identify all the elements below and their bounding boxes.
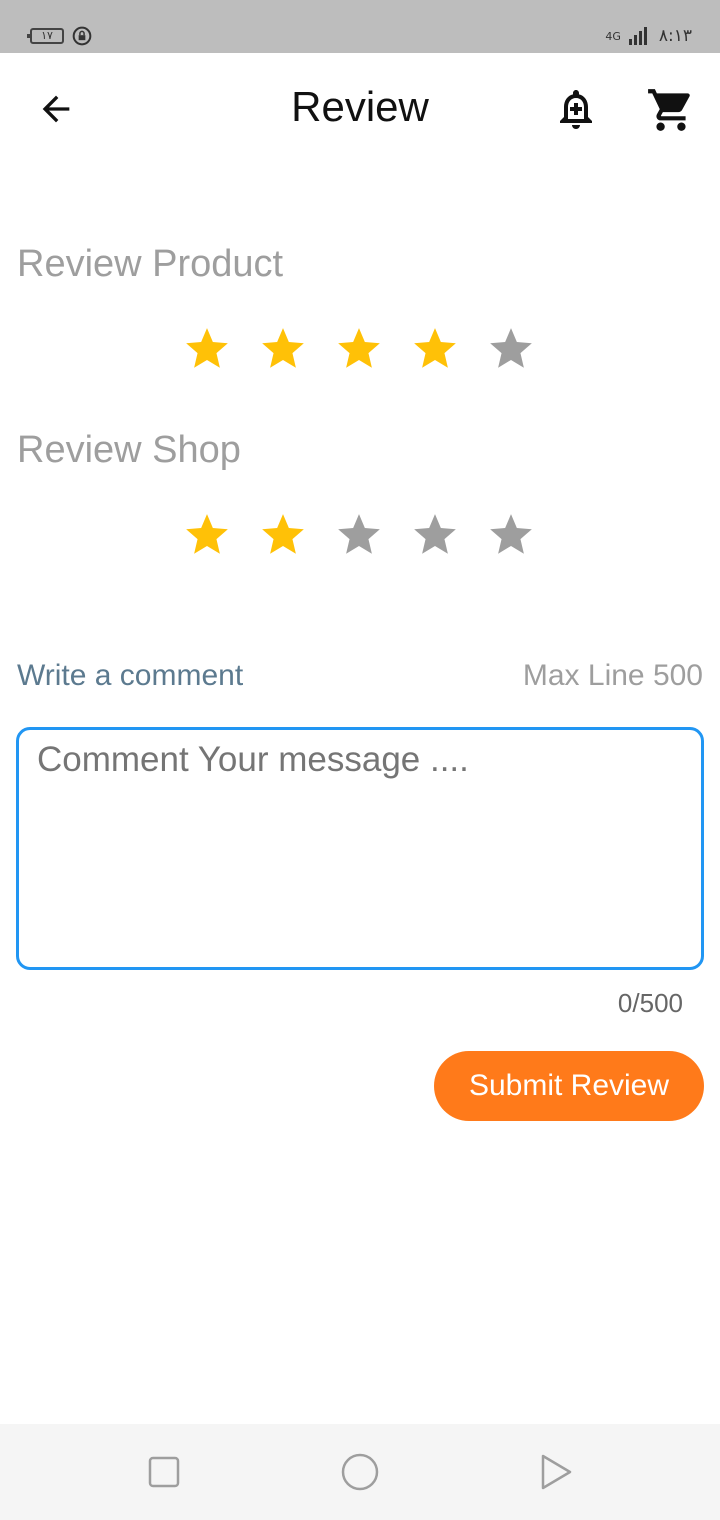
network-type: 4G: [605, 29, 621, 43]
star-empty-icon[interactable]: [410, 510, 460, 560]
comment-label: Write a comment: [17, 659, 244, 692]
home-button[interactable]: [338, 1450, 382, 1494]
battery-icon: ١٧: [27, 28, 64, 44]
circle-icon: [341, 1453, 379, 1491]
bell-plus-icon: [560, 90, 592, 129]
notification-button[interactable]: [552, 85, 600, 133]
shop-rating[interactable]: [182, 510, 536, 560]
star-filled-icon[interactable]: [334, 324, 384, 374]
shopping-cart-icon: [648, 89, 690, 131]
status-bar: ١٧ 4G ٨:١٣: [0, 0, 720, 53]
app-bar: Review: [0, 53, 720, 165]
review-product-label: Review Product: [17, 243, 284, 285]
star-filled-icon[interactable]: [258, 324, 308, 374]
rotation-lock-icon: [72, 26, 92, 46]
status-right: 4G ٨:١٣: [605, 26, 692, 46]
character-counter: 0/500: [617, 988, 683, 1018]
star-filled-icon[interactable]: [410, 324, 460, 374]
max-line-label: Max Line 500: [522, 659, 703, 692]
review-shop-label: Review Shop: [17, 429, 241, 471]
signal-icon: [628, 27, 647, 45]
system-nav-bar: [0, 1424, 720, 1520]
square-icon: [148, 1456, 180, 1488]
product-rating[interactable]: [182, 324, 536, 374]
triangle-icon: [541, 1454, 572, 1490]
back-nav-button[interactable]: [534, 1450, 578, 1494]
clock: ٨:١٣: [658, 26, 692, 46]
submit-review-button[interactable]: Submit Review: [434, 1051, 704, 1121]
star-empty-icon[interactable]: [486, 510, 536, 560]
star-filled-icon[interactable]: [182, 324, 232, 374]
recents-button[interactable]: [142, 1450, 186, 1494]
cart-button[interactable]: [646, 85, 696, 133]
status-left: ١٧: [27, 26, 92, 46]
star-filled-icon[interactable]: [182, 510, 232, 560]
comment-input[interactable]: Comment Your message ....: [16, 727, 704, 970]
star-empty-icon[interactable]: [334, 510, 384, 560]
page-title: Review: [291, 83, 429, 130]
star-filled-icon[interactable]: [258, 510, 308, 560]
star-empty-icon[interactable]: [486, 324, 536, 374]
